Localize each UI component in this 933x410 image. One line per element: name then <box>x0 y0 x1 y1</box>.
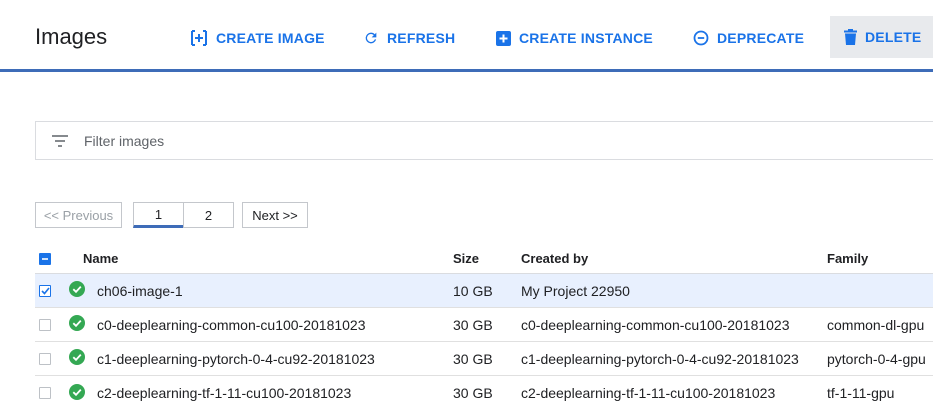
image-created-by: c1-deeplearning-pytorch-0-4-cu92-2018102… <box>521 350 799 367</box>
refresh-button[interactable]: REFRESH <box>363 24 455 52</box>
page-title: Images <box>35 24 108 49</box>
row-check-cell <box>39 376 55 410</box>
next-page-button[interactable]: Next >> <box>242 202 308 228</box>
status-cell <box>69 342 89 375</box>
image-size: 30 GB <box>453 385 493 401</box>
select-all-cell <box>39 244 55 273</box>
check-circle-icon <box>69 281 85 300</box>
image-family: common-dl-gpu <box>827 316 925 333</box>
deprecate-label: DEPRECATE <box>717 30 805 46</box>
row-checkbox[interactable] <box>39 284 51 297</box>
column-header-name[interactable]: Name <box>83 244 118 273</box>
refresh-icon <box>363 30 379 46</box>
image-family: pytorch-0-4-gpu <box>827 350 926 367</box>
table-row[interactable]: ch06-image-1 10 GB My Project 22950 <box>35 274 933 308</box>
image-size: 30 GB <box>453 350 493 367</box>
create-instance-label: CREATE INSTANCE <box>519 30 653 46</box>
column-header-size[interactable]: Size <box>453 244 479 273</box>
page-2-button[interactable]: 2 <box>183 202 234 228</box>
image-created-by: My Project 22950 <box>521 282 630 299</box>
delete-button[interactable]: DELETE <box>830 16 933 58</box>
minus-circle-icon <box>693 30 709 46</box>
column-header-created-by[interactable]: Created by <box>521 244 588 273</box>
check-circle-icon <box>69 315 85 334</box>
row-check-cell <box>39 342 55 375</box>
page-1-button[interactable]: 1 <box>133 202 184 228</box>
create-image-button[interactable]: CREATE IMAGE <box>190 24 325 52</box>
table-row[interactable]: c2-deeplearning-tf-1-11-cu100-20181023 3… <box>35 376 933 410</box>
status-cell <box>69 274 89 307</box>
image-created-by: c0-deeplearning-common-cu100-20181023 <box>521 316 790 333</box>
trash-icon <box>844 29 857 45</box>
image-name[interactable]: ch06-image-1 <box>97 274 183 307</box>
toolbar: Images CREATE IMAGE REFRESH CREATE INSTA… <box>0 0 933 72</box>
check-circle-icon <box>69 349 85 368</box>
images-table: Name Size Created by Family ch06-image-1… <box>35 244 933 410</box>
add-instance-icon <box>496 30 511 46</box>
add-box-icon <box>190 30 208 46</box>
filter-list-icon <box>52 134 68 147</box>
row-check-cell <box>39 274 55 307</box>
image-size: 10 GB <box>453 282 493 299</box>
status-cell <box>69 376 89 410</box>
image-name[interactable]: c2-deeplearning-tf-1-11-cu100-20181023 <box>97 376 351 410</box>
row-checkbox[interactable] <box>39 387 51 399</box>
row-checkbox[interactable] <box>39 352 51 365</box>
delete-label: DELETE <box>865 29 922 45</box>
filter-input[interactable] <box>84 132 933 149</box>
refresh-label: REFRESH <box>387 30 456 46</box>
check-circle-icon <box>69 383 85 403</box>
status-cell <box>69 308 89 341</box>
row-checkbox[interactable] <box>39 318 51 331</box>
select-all-checkbox[interactable] <box>39 252 51 265</box>
image-name[interactable]: c1-deeplearning-pytorch-0-4-cu92-2018102… <box>97 342 375 375</box>
table-header: Name Size Created by Family <box>35 244 933 274</box>
table-row[interactable]: c0-deeplearning-common-cu100-20181023 30… <box>35 308 933 342</box>
previous-page-button[interactable]: << Previous <box>35 202 122 228</box>
table-row[interactable]: c1-deeplearning-pytorch-0-4-cu92-2018102… <box>35 342 933 376</box>
image-family: tf-1-11-gpu <box>827 385 895 401</box>
deprecate-button[interactable]: DEPRECATE <box>693 24 804 52</box>
create-instance-button[interactable]: CREATE INSTANCE <box>496 24 653 52</box>
create-image-label: CREATE IMAGE <box>216 30 325 46</box>
image-name[interactable]: c0-deeplearning-common-cu100-20181023 <box>97 308 366 341</box>
image-created-by: c2-deeplearning-tf-1-11-cu100-20181023 <box>521 385 776 401</box>
row-check-cell <box>39 308 55 341</box>
column-header-family[interactable]: Family <box>827 244 868 273</box>
filter-bar[interactable] <box>35 121 933 160</box>
image-size: 30 GB <box>453 316 493 333</box>
